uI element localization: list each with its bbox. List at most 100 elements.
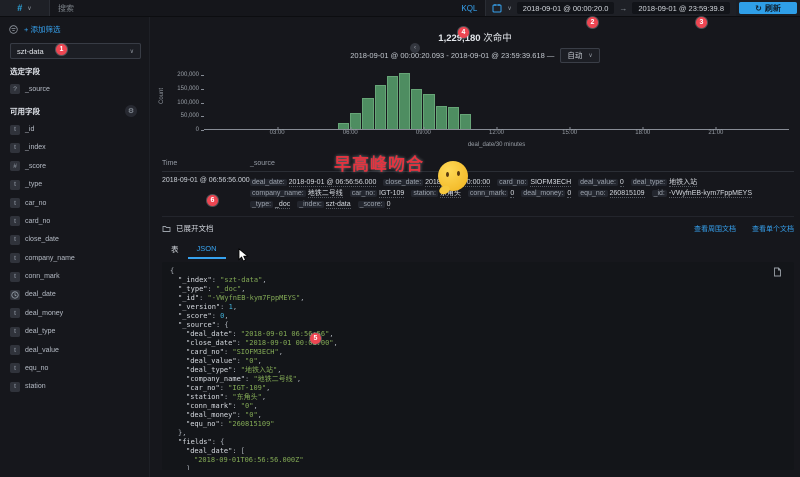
field-key: equ_no:	[578, 190, 607, 197]
source-field-pair[interactable]: deal_date: 2018-09-01 @ 06:56:56.000	[250, 177, 376, 188]
query-menu-button[interactable]: # ∨	[0, 0, 50, 16]
source-field-pair[interactable]: _type: _doc	[250, 199, 290, 210]
annotation-badge-2: 2	[587, 17, 598, 28]
expanded-document-section: 已展开文档 查看周围文档 查看单个文档 表 JSON {"_index": "s…	[162, 223, 794, 470]
discover-main: 1,229,180 次命中 2018-09-01 @ 00:00:20.093 …	[150, 17, 800, 477]
time-column-header[interactable]: Time	[162, 160, 250, 167]
expanded-doc-icon	[162, 224, 171, 233]
field-item-deal_type[interactable]: tdeal_type	[0, 323, 149, 341]
field-item-_type[interactable]: t_type	[0, 176, 149, 194]
search-input[interactable]	[50, 0, 453, 16]
field-item-station[interactable]: tstation	[0, 378, 149, 396]
field-item-deal_date[interactable]: deal_date	[0, 286, 149, 304]
field-item-_source[interactable]: ?_source	[0, 80, 149, 98]
string-field-icon: t	[10, 253, 20, 263]
histogram-bar[interactable]	[375, 85, 386, 129]
field-value: _doc	[275, 201, 290, 209]
source-field-pair[interactable]: equ_no: 260815109	[578, 188, 644, 199]
source-field-pair[interactable]: car_no: IGT-109	[350, 188, 405, 199]
field-value: 0	[620, 179, 624, 187]
index-pattern-select[interactable]: szt-data ∨	[10, 43, 141, 59]
field-key: _id:	[652, 190, 667, 197]
chevron-down-icon: ∨	[27, 5, 31, 12]
histogram-bar[interactable]	[399, 73, 410, 129]
saved-query-icon: #	[17, 3, 22, 13]
date-field-icon	[10, 290, 20, 300]
field-item-conn_mark[interactable]: tconn_mark	[0, 267, 149, 285]
field-name: conn_mark	[25, 273, 60, 280]
source-field-pair[interactable]: close_date: 2018-09-01 00:00:00	[383, 177, 490, 188]
field-item-card_no[interactable]: t card_no	[0, 212, 149, 230]
end-date-button[interactable]: 2018-09-01 @ 23:59:39.8	[632, 2, 730, 14]
field-name: deal_type	[25, 328, 55, 335]
unknown-field-icon: ?	[10, 84, 20, 94]
interval-select[interactable]: 自动 ∨	[560, 48, 599, 63]
source-field-pair[interactable]: _id: -VWyfnEB-kym7FppMEYS	[652, 188, 752, 199]
source-field-pair[interactable]: company_name: 地铁二号线	[250, 188, 343, 199]
source-field-pair[interactable]: _score: 0	[358, 199, 391, 210]
field-item-equ_no[interactable]: tequ_no	[0, 359, 149, 377]
histogram-bar[interactable]	[362, 98, 373, 129]
source-field-pair[interactable]: card_no: SIOFM3ECH	[497, 177, 571, 188]
calendar-icon[interactable]	[492, 3, 502, 13]
field-item-_score[interactable]: #_score	[0, 157, 149, 175]
kql-toggle[interactable]: KQL	[453, 0, 485, 16]
x-axis-tick: 21:00	[708, 130, 723, 136]
x-axis-tick: 18:00	[635, 130, 650, 136]
refresh-button[interactable]: ↻ 刷新	[739, 2, 797, 14]
string-field-icon: t	[10, 308, 20, 318]
source-field-pair[interactable]: deal_type: 地铁入站	[631, 177, 697, 188]
chevron-down-icon[interactable]: ∨	[507, 5, 511, 12]
annotation-badge-6: 6	[207, 195, 218, 206]
string-field-icon: t	[10, 125, 20, 135]
field-name: deal_money	[25, 310, 63, 317]
histogram-bar[interactable]	[460, 114, 471, 129]
field-key: company_name:	[250, 190, 306, 197]
histogram-bar[interactable]	[423, 94, 434, 129]
string-field-icon: t	[10, 216, 20, 226]
field-item-car_no[interactable]: tcar_no	[0, 194, 149, 212]
field-item-close_date[interactable]: tclose_date	[0, 231, 149, 249]
field-name: _score	[25, 163, 46, 170]
field-item-_id[interactable]: t_id	[0, 120, 149, 138]
field-key: station:	[411, 190, 438, 197]
source-field-pair[interactable]: _index: szt-data	[297, 199, 350, 210]
filter-icon	[9, 25, 18, 34]
time-range-label: 2018-09-01 @ 00:00:20.093 - 2018-09-01 @…	[350, 51, 554, 60]
document-row[interactable]: 2018-09-01 @ 06:56:56.000 deal_date: 201…	[162, 172, 794, 217]
tab-table[interactable]: 表	[162, 241, 188, 259]
field-name: card_no	[25, 218, 50, 225]
field-name: close_date	[25, 236, 59, 243]
field-item-deal_value[interactable]: tdeal_value	[0, 341, 149, 359]
x-axis-tick: 15:00	[562, 130, 577, 136]
add-filter-button[interactable]: + 添加筛选	[24, 24, 60, 35]
histogram-bar[interactable]	[338, 123, 349, 129]
string-field-icon: t	[10, 345, 20, 355]
field-settings-button[interactable]: ⚙	[125, 105, 137, 117]
histogram-bar[interactable]	[387, 76, 398, 129]
copy-icon[interactable]	[773, 267, 782, 277]
field-item-deal_money[interactable]: t deal_money	[0, 304, 149, 322]
source-column-header: _source	[250, 160, 275, 167]
histogram-bar[interactable]	[411, 89, 422, 129]
gear-icon: ⚙	[128, 107, 134, 115]
source-field-pair[interactable]: deal_value: 0	[578, 177, 624, 188]
histogram-bar[interactable]	[436, 106, 447, 129]
start-date-button[interactable]: 2018-09-01 @ 00:00:20.0	[517, 2, 615, 14]
field-item-_index[interactable]: t_index	[0, 139, 149, 157]
view-single-doc-link[interactable]: 查看单个文档	[752, 224, 794, 234]
histogram-bar[interactable]	[448, 107, 459, 129]
y-axis-tick: 0	[196, 127, 199, 133]
histogram-bar[interactable]	[350, 113, 361, 129]
view-surrounding-docs-link[interactable]: 查看周围文档	[694, 224, 736, 234]
field-name: deal_date	[25, 291, 56, 298]
tab-json[interactable]: JSON	[188, 241, 226, 259]
source-field-pair[interactable]: deal_money: 0	[521, 188, 571, 199]
field-value: 0	[567, 190, 571, 198]
source-field-pair[interactable]: conn_mark: 0	[468, 188, 514, 199]
index-pattern-label: szt-data	[17, 47, 44, 56]
collapse-toggle-button[interactable]: ‹	[410, 43, 420, 53]
field-value: SIOFM3ECH	[530, 179, 571, 187]
annotation-badge-5: 5	[310, 333, 321, 344]
field-item-company_name[interactable]: tcompany_name	[0, 249, 149, 267]
